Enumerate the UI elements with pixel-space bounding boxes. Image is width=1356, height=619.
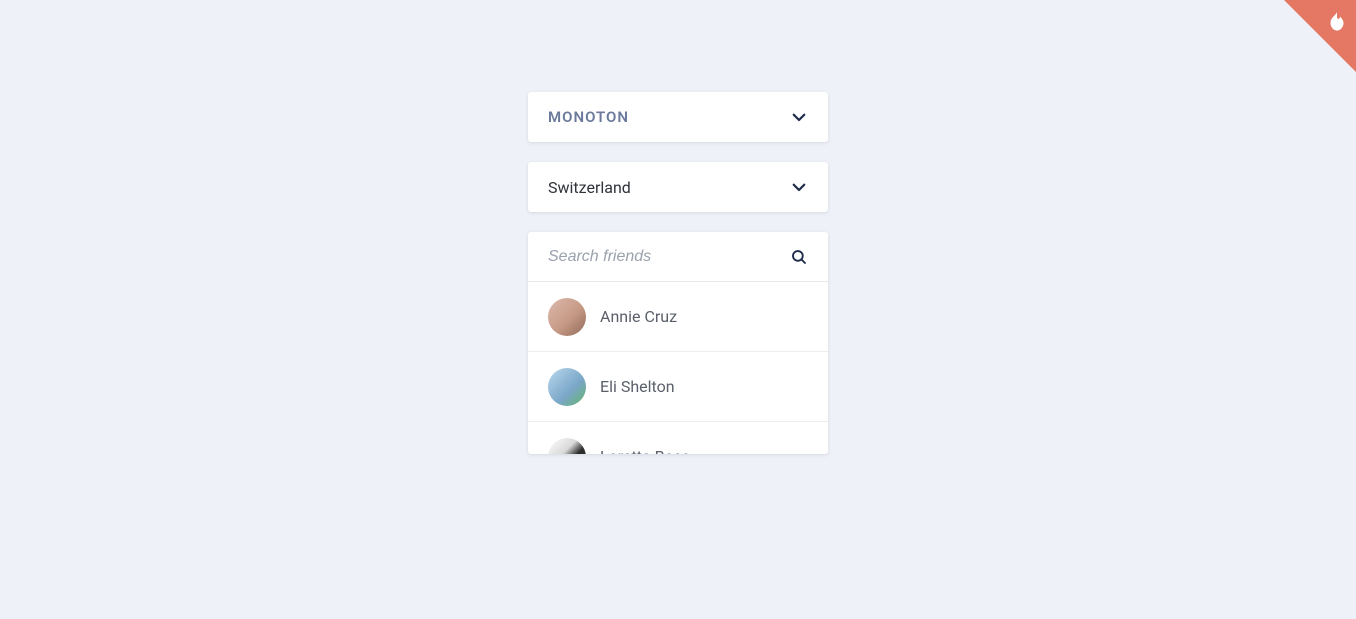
country-select-label: Switzerland xyxy=(548,178,631,197)
font-select[interactable]: Monoton xyxy=(528,92,828,142)
friend-name: Loretta Bass xyxy=(600,447,690,454)
font-select-label: Monoton xyxy=(548,108,629,126)
search-row xyxy=(528,232,828,282)
country-select[interactable]: Switzerland xyxy=(528,162,828,212)
friends-panel: Annie CruzEli SheltonLoretta BassMarcus … xyxy=(528,232,828,454)
avatar xyxy=(548,368,586,406)
friend-item[interactable]: Annie Cruz xyxy=(528,282,828,352)
chevron-down-icon xyxy=(790,108,808,126)
avatar xyxy=(548,438,586,455)
avatar xyxy=(548,298,586,336)
friends-list[interactable]: Annie CruzEli SheltonLoretta BassMarcus … xyxy=(528,282,828,454)
main-column: Monoton Switzerland Annie Cruz Eli Shelto… xyxy=(528,0,828,454)
friend-name: Annie Cruz xyxy=(600,307,677,326)
search-icon[interactable] xyxy=(790,248,808,266)
friend-name: Eli Shelton xyxy=(600,377,675,396)
friend-item[interactable]: Eli Shelton xyxy=(528,352,828,422)
search-input[interactable] xyxy=(548,248,790,266)
friend-item[interactable]: Loretta Bass xyxy=(528,422,828,454)
corner-ribbon[interactable] xyxy=(1284,0,1356,72)
flame-icon xyxy=(1324,10,1350,36)
chevron-down-icon xyxy=(790,178,808,196)
